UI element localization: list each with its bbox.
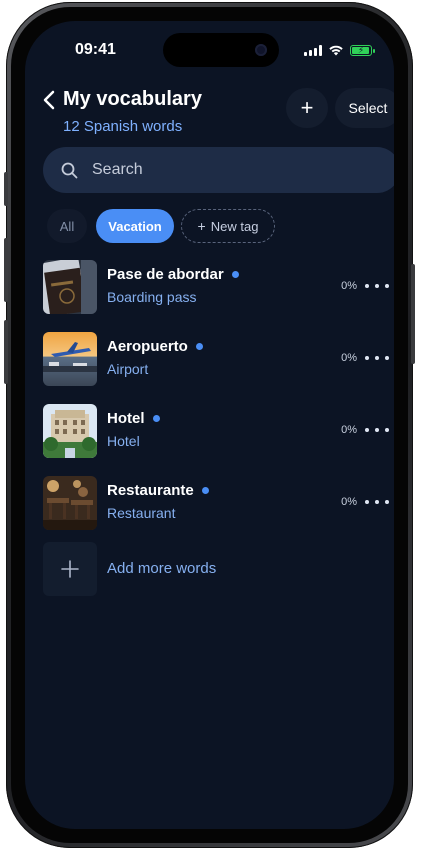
plus-icon bbox=[61, 560, 79, 578]
word-text: Hotel bbox=[107, 410, 160, 427]
progress-text: 0% bbox=[341, 280, 357, 292]
search-bar[interactable] bbox=[43, 147, 394, 193]
new-indicator-dot bbox=[152, 415, 160, 422]
wifi-icon bbox=[329, 45, 343, 56]
chevron-left-icon[interactable] bbox=[39, 87, 61, 113]
new-indicator-dot bbox=[195, 343, 203, 350]
word-label: Restaurante bbox=[107, 482, 194, 499]
search-input[interactable] bbox=[90, 160, 374, 180]
new-indicator-dot bbox=[201, 487, 209, 494]
add-more-words-button[interactable]: Add more words bbox=[43, 542, 343, 596]
progress-text: 0% bbox=[341, 424, 357, 436]
search-icon bbox=[61, 162, 78, 178]
battery-charging-icon: ⚡ bbox=[350, 44, 375, 56]
list-item[interactable]: Aeropuerto Airport 0% bbox=[43, 332, 389, 386]
more-options-icon[interactable] bbox=[365, 420, 389, 440]
word-label: Aeropuerto bbox=[107, 338, 188, 355]
select-button[interactable]: Select bbox=[335, 88, 394, 128]
new-tag-label: New tag bbox=[210, 218, 259, 234]
plus-icon: + bbox=[197, 218, 206, 234]
power-button bbox=[411, 264, 415, 364]
bezel: 09:41 ⚡ My vocabulary 12 Spanish words +… bbox=[11, 7, 408, 843]
action-button bbox=[4, 172, 8, 206]
plus-icon: + bbox=[300, 95, 314, 120]
list-item[interactable]: Hotel Hotel 0% bbox=[43, 404, 389, 458]
airport-image bbox=[43, 332, 97, 386]
list-item[interactable]: Pase de abordar Boarding pass 0% bbox=[43, 260, 389, 314]
passport-image bbox=[43, 260, 97, 314]
progress-text: 0% bbox=[341, 496, 357, 508]
translation-text: Hotel bbox=[107, 433, 140, 449]
more-options-icon[interactable] bbox=[365, 348, 389, 368]
new-indicator-dot bbox=[231, 271, 239, 278]
phone-frame: 09:41 ⚡ My vocabulary 12 Spanish words +… bbox=[4, 2, 415, 848]
restaurant-image bbox=[43, 476, 97, 530]
dynamic-island bbox=[163, 33, 279, 67]
status-icons: ⚡ bbox=[304, 44, 375, 56]
progress-text: 0% bbox=[341, 352, 357, 364]
new-tag-button[interactable]: + New tag bbox=[181, 209, 275, 243]
more-options-icon[interactable] bbox=[365, 492, 389, 512]
add-box bbox=[43, 542, 97, 596]
volume-up-button bbox=[4, 238, 8, 302]
tag-all[interactable]: All bbox=[47, 209, 87, 243]
translation-text: Airport bbox=[107, 361, 149, 377]
translation-text: Boarding pass bbox=[107, 289, 197, 305]
list-item[interactable]: Restaurante Restaurant 0% bbox=[43, 476, 389, 530]
word-text: Restaurante bbox=[107, 482, 209, 499]
screen: 09:41 ⚡ My vocabulary 12 Spanish words +… bbox=[25, 21, 394, 829]
page-subtitle: 12 Spanish words bbox=[63, 118, 183, 135]
tag-vacation[interactable]: Vacation bbox=[96, 209, 174, 243]
word-label: Pase de abordar bbox=[107, 266, 224, 283]
signal-icon bbox=[304, 44, 322, 56]
volume-down-button bbox=[4, 320, 8, 384]
status-time: 09:41 bbox=[75, 41, 116, 58]
hotel-image bbox=[43, 404, 97, 458]
page-title: My vocabulary bbox=[63, 88, 202, 110]
translation-text: Restaurant bbox=[107, 505, 176, 521]
word-text: Aeropuerto bbox=[107, 338, 203, 355]
word-label: Hotel bbox=[107, 410, 145, 427]
add-button[interactable]: + bbox=[286, 88, 328, 128]
camera-icon bbox=[255, 44, 267, 56]
more-options-icon[interactable] bbox=[365, 276, 389, 296]
word-text: Pase de abordar bbox=[107, 266, 239, 283]
add-more-words-label: Add more words bbox=[107, 560, 217, 577]
